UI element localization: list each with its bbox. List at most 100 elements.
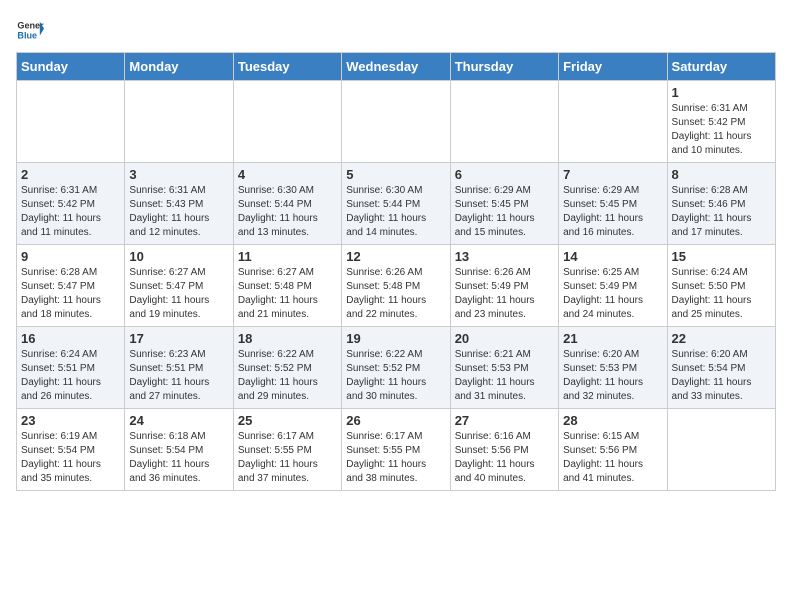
calendar-cell: 25 Sunrise: 6:17 AM Sunset: 5:55 PM Dayli…	[233, 409, 341, 491]
day-number: 21	[563, 331, 662, 346]
day-number: 15	[672, 249, 771, 264]
logo: General Blue	[16, 16, 44, 44]
day-number: 9	[21, 249, 120, 264]
day-info: Sunrise: 6:15 AM Sunset: 5:56 PM Dayligh…	[563, 430, 662, 486]
calendar-cell: 28 Sunrise: 6:15 AM Sunset: 5:56 PM Dayli…	[559, 409, 667, 491]
day-number: 10	[129, 249, 228, 264]
calendar-cell: 6 Sunrise: 6:29 AM Sunset: 5:45 PM Daylig…	[450, 163, 558, 245]
day-number: 18	[238, 331, 337, 346]
calendar-cell: 7 Sunrise: 6:29 AM Sunset: 5:45 PM Daylig…	[559, 163, 667, 245]
day-number: 1	[672, 85, 771, 100]
day-info: Sunrise: 6:20 AM Sunset: 5:53 PM Dayligh…	[563, 348, 662, 404]
calendar-cell: 10 Sunrise: 6:27 AM Sunset: 5:47 PM Dayli…	[125, 245, 233, 327]
day-info: Sunrise: 6:28 AM Sunset: 5:46 PM Dayligh…	[672, 184, 771, 240]
day-number: 24	[129, 413, 228, 428]
week-row-3: 9 Sunrise: 6:28 AM Sunset: 5:47 PM Daylig…	[17, 245, 776, 327]
calendar-cell	[125, 81, 233, 163]
day-info: Sunrise: 6:27 AM Sunset: 5:47 PM Dayligh…	[129, 266, 228, 322]
day-number: 14	[563, 249, 662, 264]
calendar-cell: 23Sunrise: 6:19 AM Sunset: 5:54 PM Dayli…	[17, 409, 125, 491]
day-info: Sunrise: 6:23 AM Sunset: 5:51 PM Dayligh…	[129, 348, 228, 404]
weekday-header-friday: Friday	[559, 53, 667, 81]
week-row-2: 2 Sunrise: 6:31 AM Sunset: 5:42 PM Daylig…	[17, 163, 776, 245]
calendar-cell: 21 Sunrise: 6:20 AM Sunset: 5:53 PM Dayli…	[559, 327, 667, 409]
calendar-cell: 14 Sunrise: 6:25 AM Sunset: 5:49 PM Dayli…	[559, 245, 667, 327]
day-number: 5	[346, 167, 445, 182]
day-number: 13	[455, 249, 554, 264]
calendar-cell: 16 Sunrise: 6:24 AM Sunset: 5:51 PM Dayli…	[17, 327, 125, 409]
day-number: 20	[455, 331, 554, 346]
day-info: Sunrise: 6:24 AM Sunset: 5:50 PM Dayligh…	[672, 266, 771, 322]
day-number: 6	[455, 167, 554, 182]
calendar-cell: 18 Sunrise: 6:22 AM Sunset: 5:52 PM Dayli…	[233, 327, 341, 409]
week-row-5: 23Sunrise: 6:19 AM Sunset: 5:54 PM Dayli…	[17, 409, 776, 491]
calendar-cell: 12 Sunrise: 6:26 AM Sunset: 5:48 PM Dayli…	[342, 245, 450, 327]
day-info: Sunrise: 6:24 AM Sunset: 5:51 PM Dayligh…	[21, 348, 120, 404]
weekday-header-wednesday: Wednesday	[342, 53, 450, 81]
calendar-cell: 24 Sunrise: 6:18 AM Sunset: 5:54 PM Dayli…	[125, 409, 233, 491]
weekday-header-tuesday: Tuesday	[233, 53, 341, 81]
week-row-1: 1 Sunrise: 6:31 AM Sunset: 5:42 PM Daylig…	[17, 81, 776, 163]
weekday-header-row: SundayMondayTuesdayWednesdayThursdayFrid…	[17, 53, 776, 81]
day-info: Sunrise: 6:17 AM Sunset: 5:55 PM Dayligh…	[346, 430, 445, 486]
day-number: 17	[129, 331, 228, 346]
day-info: Sunrise: 6:25 AM Sunset: 5:49 PM Dayligh…	[563, 266, 662, 322]
calendar-cell	[17, 81, 125, 163]
calendar-cell	[233, 81, 341, 163]
calendar-cell: 15 Sunrise: 6:24 AM Sunset: 5:50 PM Dayli…	[667, 245, 775, 327]
day-number: 3	[129, 167, 228, 182]
day-info: Sunrise: 6:26 AM Sunset: 5:49 PM Dayligh…	[455, 266, 554, 322]
calendar-cell: 8Sunrise: 6:28 AM Sunset: 5:46 PM Daylig…	[667, 163, 775, 245]
day-info: Sunrise: 6:16 AM Sunset: 5:56 PM Dayligh…	[455, 430, 554, 486]
day-number: 26	[346, 413, 445, 428]
weekday-header-thursday: Thursday	[450, 53, 558, 81]
day-number: 22	[672, 331, 771, 346]
day-info: Sunrise: 6:30 AM Sunset: 5:44 PM Dayligh…	[238, 184, 337, 240]
calendar-cell: 3 Sunrise: 6:31 AM Sunset: 5:43 PM Daylig…	[125, 163, 233, 245]
day-number: 7	[563, 167, 662, 182]
calendar-cell: 5 Sunrise: 6:30 AM Sunset: 5:44 PM Daylig…	[342, 163, 450, 245]
calendar-table: SundayMondayTuesdayWednesdayThursdayFrid…	[16, 52, 776, 491]
calendar-cell: 20Sunrise: 6:21 AM Sunset: 5:53 PM Dayli…	[450, 327, 558, 409]
day-info: Sunrise: 6:18 AM Sunset: 5:54 PM Dayligh…	[129, 430, 228, 486]
day-info: Sunrise: 6:22 AM Sunset: 5:52 PM Dayligh…	[238, 348, 337, 404]
day-number: 11	[238, 249, 337, 264]
calendar-cell	[667, 409, 775, 491]
day-number: 25	[238, 413, 337, 428]
day-number: 28	[563, 413, 662, 428]
calendar-cell	[342, 81, 450, 163]
day-number: 23	[21, 413, 120, 428]
day-info: Sunrise: 6:30 AM Sunset: 5:44 PM Dayligh…	[346, 184, 445, 240]
calendar-cell: 1 Sunrise: 6:31 AM Sunset: 5:42 PM Daylig…	[667, 81, 775, 163]
calendar-cell: 19Sunrise: 6:22 AM Sunset: 5:52 PM Dayli…	[342, 327, 450, 409]
weekday-header-monday: Monday	[125, 53, 233, 81]
calendar-cell: 11 Sunrise: 6:27 AM Sunset: 5:48 PM Dayli…	[233, 245, 341, 327]
logo-icon: General Blue	[16, 16, 44, 44]
day-number: 2	[21, 167, 120, 182]
day-info: Sunrise: 6:17 AM Sunset: 5:55 PM Dayligh…	[238, 430, 337, 486]
calendar-cell: 2 Sunrise: 6:31 AM Sunset: 5:42 PM Daylig…	[17, 163, 125, 245]
day-info: Sunrise: 6:22 AM Sunset: 5:52 PM Dayligh…	[346, 348, 445, 404]
week-row-4: 16 Sunrise: 6:24 AM Sunset: 5:51 PM Dayli…	[17, 327, 776, 409]
calendar-cell: 9 Sunrise: 6:28 AM Sunset: 5:47 PM Daylig…	[17, 245, 125, 327]
calendar-cell: 4 Sunrise: 6:30 AM Sunset: 5:44 PM Daylig…	[233, 163, 341, 245]
day-info: Sunrise: 6:29 AM Sunset: 5:45 PM Dayligh…	[455, 184, 554, 240]
day-number: 16	[21, 331, 120, 346]
day-info: Sunrise: 6:31 AM Sunset: 5:42 PM Dayligh…	[672, 102, 771, 158]
calendar-cell	[450, 81, 558, 163]
calendar-cell: 17 Sunrise: 6:23 AM Sunset: 5:51 PM Dayli…	[125, 327, 233, 409]
day-info: Sunrise: 6:29 AM Sunset: 5:45 PM Dayligh…	[563, 184, 662, 240]
day-info: Sunrise: 6:27 AM Sunset: 5:48 PM Dayligh…	[238, 266, 337, 322]
day-info: Sunrise: 6:28 AM Sunset: 5:47 PM Dayligh…	[21, 266, 120, 322]
day-number: 27	[455, 413, 554, 428]
svg-text:Blue: Blue	[17, 30, 37, 40]
calendar-cell	[559, 81, 667, 163]
calendar-cell: 27 Sunrise: 6:16 AM Sunset: 5:56 PM Dayli…	[450, 409, 558, 491]
day-info: Sunrise: 6:26 AM Sunset: 5:48 PM Dayligh…	[346, 266, 445, 322]
day-info: Sunrise: 6:31 AM Sunset: 5:42 PM Dayligh…	[21, 184, 120, 240]
calendar-cell: 22Sunrise: 6:20 AM Sunset: 5:54 PM Dayli…	[667, 327, 775, 409]
weekday-header-sunday: Sunday	[17, 53, 125, 81]
day-info: Sunrise: 6:31 AM Sunset: 5:43 PM Dayligh…	[129, 184, 228, 240]
day-number: 12	[346, 249, 445, 264]
day-number: 4	[238, 167, 337, 182]
